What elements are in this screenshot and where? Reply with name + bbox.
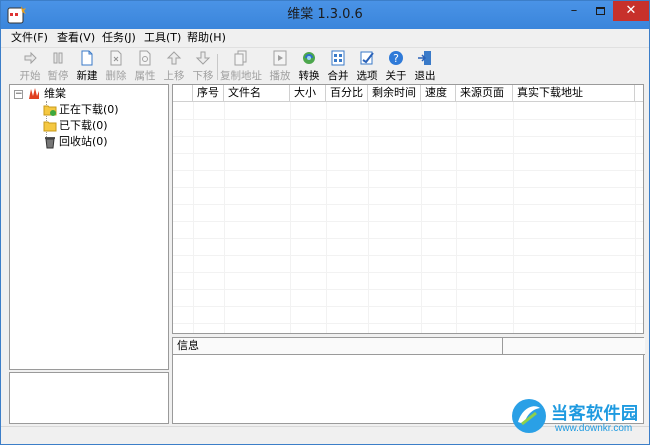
- grid-column-line: [326, 102, 327, 333]
- options-icon: [360, 51, 374, 65]
- collapse-icon[interactable]: −: [14, 90, 23, 99]
- delete-document-icon: [110, 50, 122, 66]
- grid-column-line: [513, 102, 514, 333]
- watermark-logo-icon: [512, 399, 546, 433]
- column-header-size[interactable]: 大小: [290, 85, 326, 102]
- column-header-source-page[interactable]: 来源页面: [456, 85, 513, 102]
- menu-view[interactable]: 查看(V): [57, 30, 95, 46]
- help-icon: ?: [389, 51, 403, 65]
- window-title: 维棠 1.3.0.6: [287, 7, 363, 22]
- merge-icon: [331, 50, 345, 66]
- info-header-label: 信息: [173, 338, 503, 355]
- tree-root[interactable]: − 维棠: [10, 86, 168, 102]
- grid-row-line: [173, 204, 643, 205]
- info-header-blank: [503, 338, 645, 355]
- info-panel-header: 信息: [173, 338, 645, 355]
- menu-file[interactable]: 文件(F): [11, 30, 48, 46]
- grid-row-line: [173, 323, 643, 324]
- play-video-icon: [273, 50, 287, 66]
- exit-label: 退出: [414, 70, 436, 82]
- grid-row-line: [173, 221, 643, 222]
- grid-row-line: [173, 170, 643, 171]
- toolbar: 开始 暂停 新建 删除 属性 上移 下移 复制地址 播放 转换 合并 选项 ? …: [1, 47, 649, 84]
- copy-address-label: 复制地址: [220, 70, 262, 82]
- menu-tasks[interactable]: 任务(J): [102, 30, 136, 46]
- exit-button[interactable]: 退出: [411, 50, 439, 84]
- column-header-real-url[interactable]: 真实下载地址: [513, 85, 635, 102]
- svg-text:?: ?: [393, 52, 399, 65]
- toolbar-separator: [217, 54, 218, 80]
- grid-column-line: [368, 102, 369, 333]
- arrow-down-icon: [195, 51, 211, 65]
- grid-row-line: [173, 255, 643, 256]
- grid-row-line: [173, 187, 643, 188]
- new-document-icon: [81, 50, 93, 66]
- column-header-check[interactable]: [173, 85, 193, 102]
- pause-icon: [53, 52, 63, 64]
- column-header-speed[interactable]: 速度: [421, 85, 456, 102]
- tree-item-downloading[interactable]: 正在下载(0): [10, 102, 168, 118]
- minimize-icon: –: [570, 3, 578, 18]
- grid-row-line: [173, 119, 643, 120]
- maximize-icon: [595, 7, 605, 15]
- copy-address-icon: [234, 50, 247, 66]
- left-info-panel: [9, 372, 169, 424]
- grid-column-line: [421, 102, 422, 333]
- column-header-filename[interactable]: 文件名: [224, 85, 290, 102]
- trash-icon: [45, 137, 55, 149]
- convert-icon: [303, 52, 315, 64]
- copy-address-button[interactable]: 复制地址: [220, 50, 262, 84]
- tree-item-label: 正在下载(0): [59, 103, 119, 116]
- properties-icon: [139, 50, 151, 66]
- folder-icon: [43, 121, 57, 132]
- exit-icon: [418, 51, 431, 65]
- task-list-header: 序号 文件名 大小 百分比 剩余时间 速度 来源页面 真实下载地址: [173, 85, 643, 102]
- tree-item-label: 已下载(0): [59, 119, 108, 132]
- watermark-title: 当客软件园: [551, 404, 639, 424]
- menu-bar: 文件(F) 查看(V) 任务(J) 工具(T) 帮助(H): [1, 29, 649, 47]
- close-icon: ✕: [625, 3, 637, 18]
- column-header-remaining[interactable]: 剩余时间: [368, 85, 421, 102]
- move-down-button[interactable]: 下移: [189, 50, 217, 84]
- task-list[interactable]: 序号 文件名 大小 百分比 剩余时间 速度 来源页面 真实下载地址: [172, 84, 644, 334]
- grid-column-line: [193, 102, 194, 333]
- grid-column-line: [224, 102, 225, 333]
- grid-row-line: [173, 306, 643, 307]
- title-bar[interactable]: 维棠 1.3.0.6 – ✕: [1, 1, 649, 29]
- maximize-button[interactable]: [587, 1, 613, 21]
- minimize-button[interactable]: –: [561, 1, 587, 21]
- grid-column-line: [456, 102, 457, 333]
- watermark-url: www.downkr.com: [555, 423, 633, 434]
- watermark: 当客软件园 www.downkr.com: [509, 396, 649, 444]
- grid-row-line: [173, 272, 643, 273]
- column-header-index[interactable]: 序号: [193, 85, 224, 102]
- grid-row-line: [173, 238, 643, 239]
- grid-column-line: [290, 102, 291, 333]
- grid-row-line: [173, 153, 643, 154]
- play-arrow-icon: [24, 51, 37, 65]
- grid-row-line: [173, 136, 643, 137]
- menu-tools[interactable]: 工具(T): [144, 30, 181, 46]
- grid-column-line: [635, 102, 636, 333]
- close-button[interactable]: ✕: [613, 1, 649, 21]
- app-logo-icon: [29, 88, 39, 99]
- tree-root-label: 维棠: [44, 87, 66, 100]
- column-header-percent[interactable]: 百分比: [326, 85, 368, 102]
- category-tree: − 维棠 正在下载(0) 已下载(0) 回收站(0): [9, 84, 169, 370]
- arrow-up-icon: [166, 51, 182, 65]
- folder-download-icon: [43, 105, 57, 116]
- tree-item-label: 回收站(0): [59, 135, 108, 148]
- tree-item-recycle-bin[interactable]: 回收站(0): [10, 134, 168, 150]
- menu-help[interactable]: 帮助(H): [187, 30, 226, 46]
- tree-item-downloaded[interactable]: 已下载(0): [10, 118, 168, 134]
- grid-row-line: [173, 289, 643, 290]
- app-window: 维棠 1.3.0.6 – ✕ 文件(F) 查看(V) 任务(J) 工具(T) 帮…: [0, 0, 650, 445]
